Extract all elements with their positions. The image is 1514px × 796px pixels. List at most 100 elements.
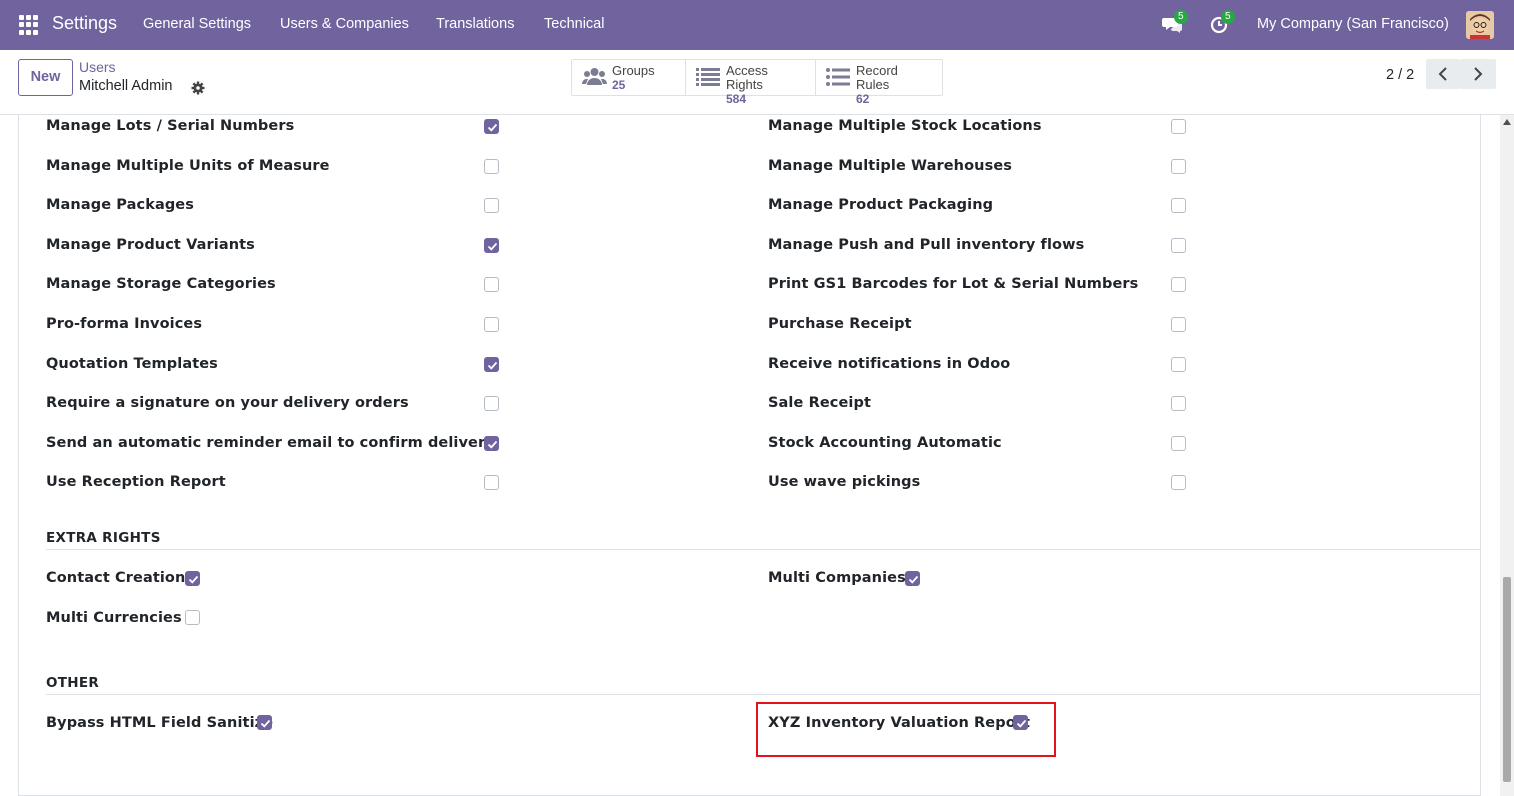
field-label: Manage Multiple Stock Locations <box>768 118 1042 134</box>
technical-right-checkbox-5[interactable] <box>1171 317 1186 332</box>
field-label: Bypass HTML Field Sanitize <box>46 715 274 731</box>
technical-left-checkbox-9[interactable] <box>484 475 499 490</box>
record-rules-count: 62 <box>856 92 870 106</box>
other-title: OTHER <box>46 675 100 691</box>
technical-right-checkbox-6[interactable] <box>1171 357 1186 372</box>
field-label: Multi Currencies <box>46 610 182 626</box>
pager-next-button[interactable] <box>1461 59 1496 89</box>
field-label: Print GS1 Barcodes for Lot & Serial Numb… <box>768 276 1139 292</box>
technical-left-checkbox-4[interactable] <box>484 277 499 292</box>
field-label: Use Reception Report <box>46 474 226 490</box>
technical-right-checkbox-2[interactable] <box>1171 198 1186 213</box>
check-icon <box>487 242 498 251</box>
access-rights-smart-button[interactable]: Access Rights 584 <box>686 60 816 106</box>
users-icon <box>581 66 608 88</box>
technical-right-checkbox-3[interactable] <box>1171 238 1186 253</box>
user-avatar[interactable] <box>1466 11 1494 39</box>
check-icon <box>188 575 199 584</box>
smart-buttons: Groups 25 Access Rights 584 Record Rules… <box>571 59 943 106</box>
field-label: Manage Storage Categories <box>46 276 276 292</box>
field-label: Receive notifications in Odoo <box>768 356 1011 372</box>
menu-general-settings[interactable]: General Settings <box>143 16 251 32</box>
field-label: Pro-forma Invoices <box>46 316 203 332</box>
app-title[interactable]: Settings <box>52 13 117 34</box>
access-rights-label: Access Rights <box>726 63 768 92</box>
check-icon <box>260 719 271 728</box>
record-name: Mitchell Admin <box>79 78 173 94</box>
menu-users-companies[interactable]: Users & Companies <box>280 16 409 32</box>
groups-count: 25 <box>612 78 626 92</box>
technical-left-checkbox-8[interactable] <box>484 436 499 451</box>
field-label: Manage Multiple Warehouses <box>768 158 1012 174</box>
access-rights-count: 584 <box>726 92 747 106</box>
section-divider <box>46 694 1480 695</box>
technical-left-checkbox-2[interactable] <box>484 198 499 213</box>
technical-left-checkbox-7[interactable] <box>484 396 499 411</box>
technical-left-checkbox-6[interactable] <box>484 357 499 372</box>
technical-right-checkbox-7[interactable] <box>1171 396 1186 411</box>
field-label: Manage Product Packaging <box>768 197 994 213</box>
field-label: Manage Packages <box>46 197 194 213</box>
field-label: Stock Accounting Automatic <box>768 435 1002 451</box>
field-label: Sale Receipt <box>768 395 871 411</box>
technical-left-checkbox-3[interactable] <box>484 238 499 253</box>
chevron-left-icon <box>1438 67 1447 81</box>
scroll-up-arrow-icon[interactable] <box>1503 119 1511 125</box>
technical-right-checkbox-1[interactable] <box>1171 159 1186 174</box>
field-label: Quotation Templates <box>46 356 218 372</box>
technical-left-checkbox-1[interactable] <box>484 159 499 174</box>
list-icon <box>696 66 721 88</box>
pager-value[interactable]: 2 / 2 <box>1386 67 1414 83</box>
check-icon <box>487 123 498 132</box>
field-label: Contact Creation <box>46 570 186 586</box>
field-label: Manage Product Variants <box>46 237 255 253</box>
technical-right-checkbox-9[interactable] <box>1171 475 1186 490</box>
field-label: Purchase Receipt <box>768 316 912 332</box>
technical-left-checkbox-5[interactable] <box>484 317 499 332</box>
new-button[interactable]: New <box>18 59 73 96</box>
field-label: Manage Push and Pull inventory flows <box>768 237 1085 253</box>
multi-currencies-checkbox[interactable] <box>185 610 200 625</box>
messages-badge: 5 <box>1174 10 1188 24</box>
apps-menu-icon[interactable] <box>19 15 39 35</box>
section-divider <box>46 549 1480 550</box>
bypass-html-sanitize-checkbox[interactable] <box>257 715 272 730</box>
technical-left-checkbox-0[interactable] <box>484 119 499 134</box>
multi-companies-checkbox[interactable] <box>905 571 920 586</box>
menu-technical[interactable]: Technical <box>544 16 604 32</box>
field-label: Send an automatic reminder email to conf… <box>46 435 495 451</box>
form-sheet: Manage Lots / Serial Numbers Manage Multi… <box>18 115 1481 796</box>
technical-right-checkbox-8[interactable] <box>1171 436 1186 451</box>
groups-label: Groups <box>612 63 655 78</box>
field-label: Require a signature on your delivery ord… <box>46 395 409 411</box>
groups-smart-button[interactable]: Groups 25 <box>572 60 686 95</box>
breadcrumb-users[interactable]: Users <box>79 59 116 75</box>
check-icon <box>487 440 498 449</box>
field-label: Use wave pickings <box>768 474 921 490</box>
list-icon <box>826 66 851 88</box>
menu-translations[interactable]: Translations <box>436 16 514 32</box>
scrollbar-thumb[interactable] <box>1503 577 1511 782</box>
company-switcher[interactable]: My Company (San Francisco) <box>1257 16 1449 32</box>
field-label: Manage Multiple Units of Measure <box>46 158 330 174</box>
control-panel: New Users Mitchell Admin Groups 25 Acces… <box>0 50 1514 115</box>
check-icon <box>908 575 919 584</box>
check-icon <box>487 361 498 370</box>
activities-badge: 5 <box>1221 10 1235 24</box>
field-label: Multi Companies <box>768 570 906 586</box>
messages-icon[interactable]: 5 <box>1162 10 1188 36</box>
gear-icon[interactable] <box>191 80 205 95</box>
top-navbar: Settings General Settings Users & Compan… <box>0 0 1514 50</box>
vertical-scrollbar[interactable] <box>1500 115 1514 796</box>
contact-creation-checkbox[interactable] <box>185 571 200 586</box>
chevron-right-icon <box>1474 67 1483 81</box>
extra-rights-title: EXTRA RIGHTS <box>46 530 161 546</box>
record-rules-smart-button[interactable]: Record Rules 62 <box>816 60 942 106</box>
activities-icon[interactable]: 5 <box>1209 10 1235 36</box>
record-rules-label: Record Rules <box>856 63 898 92</box>
pager-previous-button[interactable] <box>1426 59 1461 89</box>
field-label: Manage Lots / Serial Numbers <box>46 118 295 134</box>
technical-right-checkbox-4[interactable] <box>1171 277 1186 292</box>
highlight-box <box>756 702 1056 757</box>
technical-right-checkbox-0[interactable] <box>1171 119 1186 134</box>
